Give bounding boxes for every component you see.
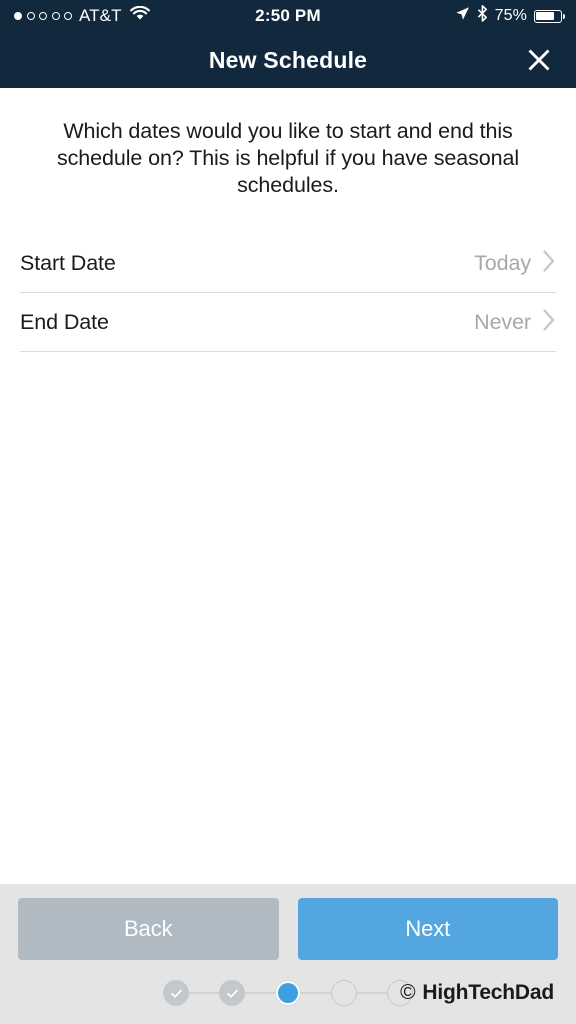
copyright-icon: © <box>400 981 416 1004</box>
step-indicator-4[interactable] <box>331 980 357 1006</box>
watermark-text: HighTechDad <box>422 981 554 1004</box>
step-connector-4 <box>357 992 387 994</box>
signal-dot-3 <box>39 12 47 20</box>
carrier-label: AT&T <box>79 6 122 25</box>
signal-dot-5 <box>64 12 72 20</box>
footer: Back Next © HighTechDad <box>0 884 576 1024</box>
close-icon[interactable] <box>522 43 556 77</box>
next-button[interactable]: Next <box>297 898 558 960</box>
watermark: © HighTechDad <box>400 981 554 1005</box>
battery-fill-level <box>536 11 554 21</box>
end-date-right: Never <box>474 308 556 337</box>
start-date-label: Start Date <box>20 250 116 275</box>
list-item-start-date[interactable]: Start Date Today <box>20 234 556 293</box>
step-indicator-2[interactable] <box>219 980 245 1006</box>
list-item-end-date[interactable]: End Date Never <box>20 293 556 352</box>
step-connector-3 <box>301 992 331 994</box>
signal-dot-4 <box>51 12 60 20</box>
main-content: Which dates would you like to start and … <box>0 88 576 884</box>
chevron-right-icon <box>542 308 556 337</box>
step-indicator-1[interactable] <box>163 980 189 1006</box>
start-date-value: Today <box>474 250 531 275</box>
signal-dot-1 <box>14 12 22 20</box>
status-bar-left: AT&T <box>14 5 150 26</box>
prompt-text: Which dates would you like to start and … <box>56 119 520 197</box>
start-date-right: Today <box>474 249 556 278</box>
battery-icon <box>534 9 565 23</box>
step-progress-indicator: © HighTechDad <box>18 972 558 1014</box>
status-bar: AT&T 2:50 PM 75% <box>0 0 576 32</box>
page-title: New Schedule <box>208 46 368 73</box>
step-connector-1 <box>189 992 219 994</box>
end-date-value: Never <box>474 309 531 334</box>
step-connector-2 <box>245 992 275 994</box>
signal-strength-indicator <box>14 12 72 20</box>
date-settings-list: Start Date Today End Date Never <box>0 234 576 352</box>
chevron-right-icon <box>542 249 556 278</box>
battery-percentage-label: 75% <box>494 7 527 24</box>
signal-dot-2 <box>26 12 35 20</box>
status-bar-right: 75% <box>455 5 565 27</box>
phone-screen: AT&T 2:50 PM 75% New Schedule Which date… <box>0 0 576 1024</box>
back-button[interactable]: Back <box>18 898 279 960</box>
end-date-label: End Date <box>20 309 109 334</box>
footer-button-row: Back Next <box>18 898 558 960</box>
step-progress-track <box>163 980 413 1006</box>
location-arrow-icon <box>455 6 470 26</box>
bluetooth-icon <box>477 5 488 27</box>
step-active-dot <box>278 983 298 1003</box>
navigation-bar: New Schedule <box>0 32 576 88</box>
step-indicator-3-current[interactable] <box>275 980 301 1006</box>
wifi-icon <box>129 5 150 26</box>
